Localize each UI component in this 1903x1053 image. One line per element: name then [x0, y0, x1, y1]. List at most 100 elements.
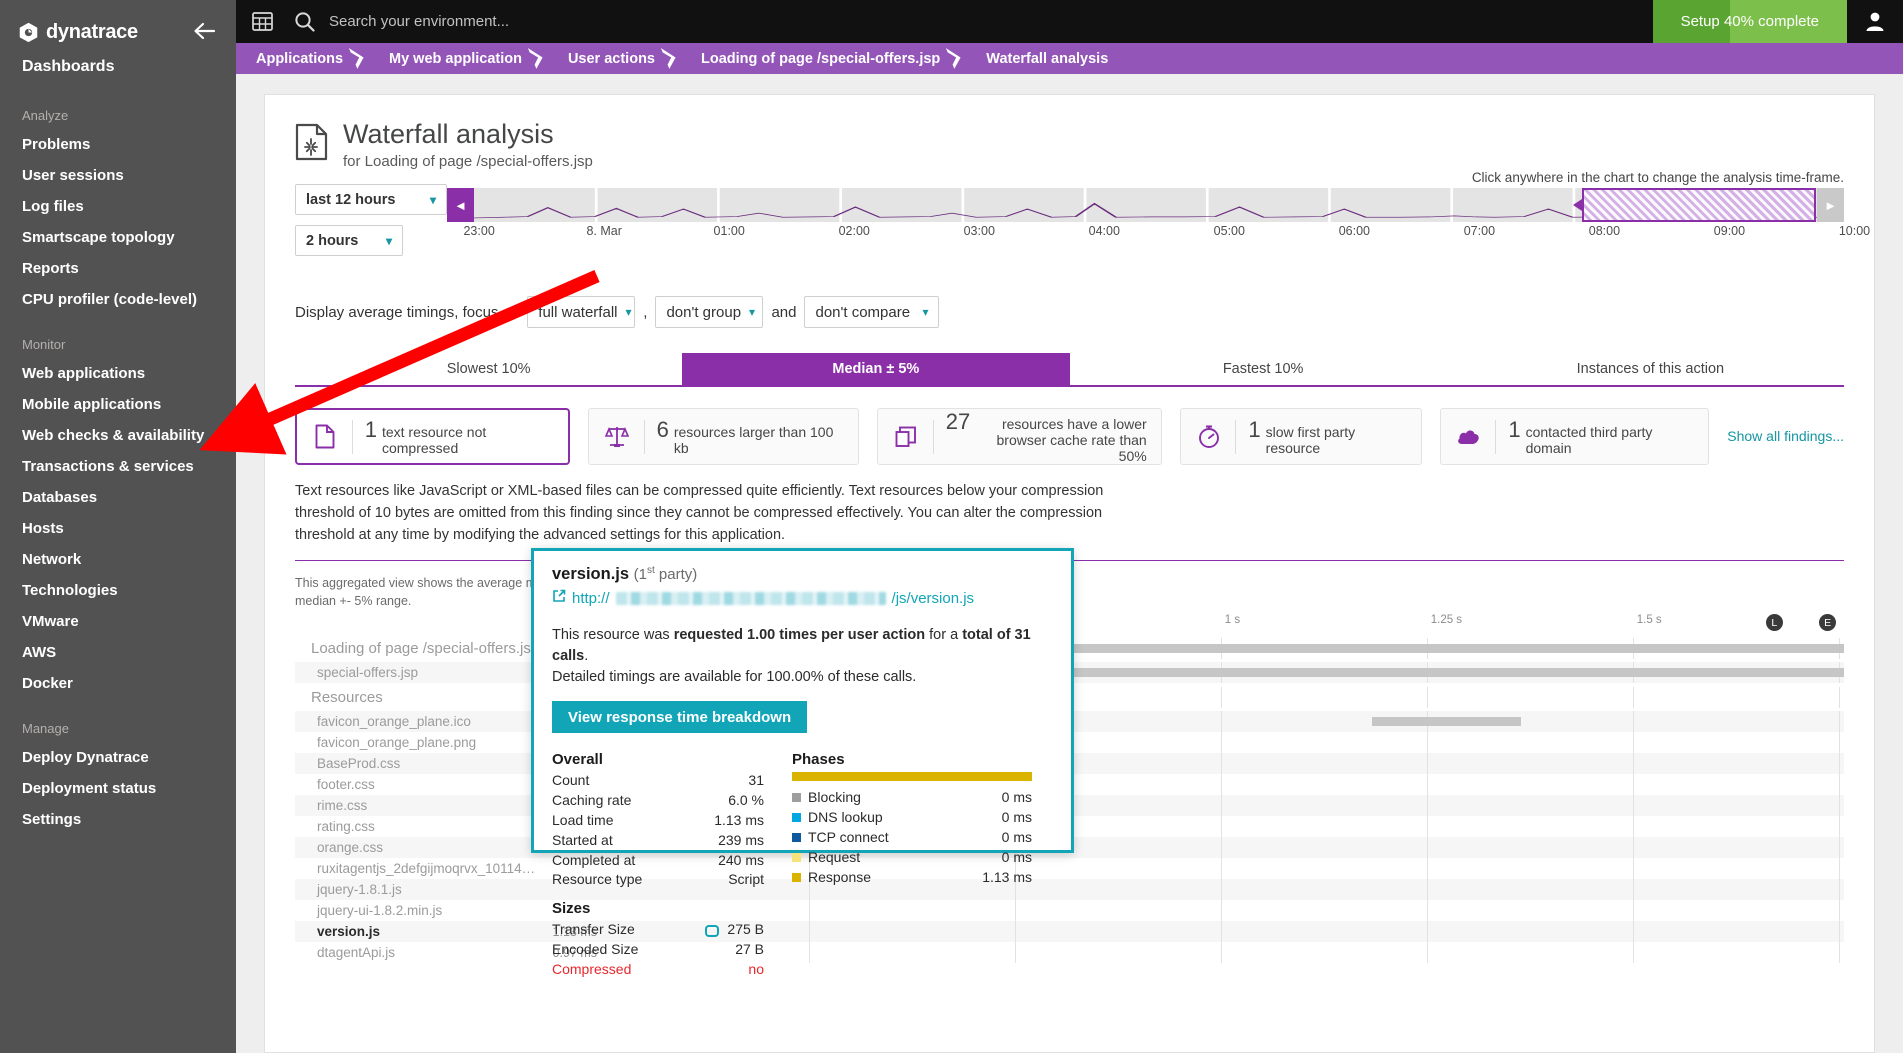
sidebar-item-hosts[interactable]: Hosts	[0, 513, 236, 544]
tooltip-overall-heading: Overall	[552, 751, 603, 769]
timeframe-row: last 12 hours ▾ 2 hours ▾ Click anywhere…	[295, 170, 1870, 257]
waterfall-row[interactable]: version.js 1.13 ms	[295, 921, 1844, 943]
breadcrumb-loading-of-page[interactable]: Loading of page /special-offers.jsp	[679, 43, 950, 74]
compare-select[interactable]: don't compare ▾	[804, 296, 940, 329]
view-response-time-breakdown-button[interactable]: View response time breakdown	[552, 701, 808, 734]
waterfall-row-name: ruxitagentjs_2defgijmoqrvx_10114101000	[317, 861, 541, 877]
waterfall-row[interactable]: ruxitagentjs_2defgijmoqrvx_10114101000	[295, 858, 1844, 880]
tab-fastest-10[interactable]: Fastest 10%	[1070, 353, 1457, 385]
sidebar-item-network[interactable]: Network	[0, 544, 236, 575]
waterfall-gridline	[1221, 900, 1223, 922]
finding-card-low-cache-rate[interactable]: 27 resources have a lower browser cache …	[877, 408, 1162, 466]
tooltip-sizes-row: Transfer Size 275 B	[552, 920, 764, 940]
finding-card-slow-first-party[interactable]: 1 slow first party resource	[1179, 408, 1422, 466]
finding-card-large-resources[interactable]: 6 resources larger than 100 kb	[587, 408, 860, 466]
phase-value: 0 ms	[1001, 848, 1032, 865]
setup-progress-button[interactable]: Setup 40% complete	[1652, 0, 1847, 43]
waterfall-bar[interactable]	[1372, 717, 1522, 727]
breadcrumb-applications[interactable]: Applications	[236, 43, 353, 74]
timeframe-tick-0: 23:00	[463, 224, 495, 239]
sidebar-item-dashboards[interactable]: Dashboards	[0, 48, 236, 86]
waterfall-gridline	[1427, 858, 1429, 880]
tab-median-5[interactable]: Median ± 5%	[682, 353, 1070, 386]
sidebar-item-web-checks[interactable]: Web checks & availability	[0, 420, 236, 451]
waterfall-gridline	[1427, 686, 1429, 708]
waterfall-gridline	[1427, 879, 1429, 901]
sidebar-item-log-files[interactable]: Log files	[0, 191, 236, 222]
search-input[interactable]	[329, 13, 829, 30]
sidebar-item-settings[interactable]: Settings	[0, 804, 236, 835]
sidebar-item-deployment-status[interactable]: Deployment status	[0, 773, 236, 804]
waterfall-page-icon	[295, 123, 329, 161]
sidebar-item-vmware[interactable]: VMware	[0, 606, 236, 637]
phase-name: DNS lookup	[808, 808, 883, 825]
waterfall-gridline	[1839, 921, 1841, 943]
tooltip-phase-row: Request 0 ms	[792, 848, 1032, 868]
waterfall-gridline	[1427, 774, 1429, 796]
sidebar-item-deploy-dynatrace[interactable]: Deploy Dynatrace	[0, 742, 236, 773]
show-all-findings-link[interactable]: Show all findings...	[1727, 427, 1844, 445]
chart-hint-text: Click anywhere in the chart to change th…	[1471, 170, 1844, 186]
waterfall-row-name: footer.css	[317, 777, 375, 793]
waterfall-end-marker: E	[1819, 614, 1837, 632]
breadcrumb-separator-icon	[665, 43, 679, 74]
waterfall-gridline	[1221, 858, 1223, 880]
waterfall-row-name: favicon_orange_plane.png	[317, 735, 477, 751]
phase-color-swatch	[792, 833, 801, 843]
granularity-select[interactable]: 2 hours ▾	[295, 225, 403, 257]
sidebar-item-mobile-applications[interactable]: Mobile applications	[0, 389, 236, 420]
search-icon[interactable]	[294, 11, 315, 32]
sidebar-item-web-applications[interactable]: Web applications	[0, 358, 236, 389]
phase-color-swatch	[792, 793, 801, 803]
sidebar-item-databases[interactable]: Databases	[0, 482, 236, 513]
dashboard-grid-icon[interactable]	[236, 0, 288, 43]
dynatrace-logo[interactable]: dynatrace	[18, 21, 138, 44]
user-avatar-icon[interactable]	[1847, 0, 1903, 43]
selection-handle-icon[interactable]	[1572, 199, 1582, 212]
tooltip-phase-row: TCP connect 0 ms	[792, 828, 1032, 848]
sidebar-item-reports[interactable]: Reports	[0, 253, 236, 284]
sidebar-item-technologies[interactable]: Technologies	[0, 575, 236, 606]
finding-card-third-party-domain[interactable]: 1 contacted third party domain	[1439, 408, 1710, 466]
timeframe-sparkline[interactable]	[474, 188, 1817, 223]
waterfall-row[interactable]: jquery-ui-1.8.2.min.js	[295, 900, 1844, 922]
tooltip-sizes-value: no	[748, 961, 764, 978]
tooltip-phases-heading: Phases	[792, 751, 845, 769]
sidebar-item-cpu-profiler[interactable]: CPU profiler (code-level)	[0, 284, 236, 315]
breadcrumb-my-web-application[interactable]: My web application	[367, 43, 532, 74]
timerange-select[interactable]: last 12 hours ▾	[295, 184, 447, 216]
finding-count: 1	[1248, 416, 1261, 442]
timeframe-selection[interactable]	[1572, 188, 1816, 223]
timeframe-next-button[interactable]: ►	[1817, 188, 1844, 223]
finding-count: 27	[945, 408, 971, 434]
sidebar-group-monitor: Monitor	[22, 337, 66, 352]
sidebar-item-transactions-services[interactable]: Transactions & services	[0, 451, 236, 482]
focus-select[interactable]: full waterfall ▾	[527, 296, 636, 329]
waterfall-gridline	[1221, 732, 1223, 754]
waterfall-row[interactable]: jquery-1.8.1.js	[295, 879, 1844, 901]
page-title: Waterfall analysis	[343, 119, 554, 149]
tab-instances-of-this-action[interactable]: Instances of this action	[1457, 353, 1844, 385]
timeframe-prev-button[interactable]: ◄	[447, 188, 474, 223]
tab-slowest-10[interactable]: Slowest 10%	[295, 353, 682, 385]
timeframe-chart[interactable]: ◄ ►	[447, 188, 1844, 223]
waterfall-row[interactable]: dtagentApi.js 0.97 ms	[295, 942, 1844, 964]
sidebar-item-docker[interactable]: Docker	[0, 668, 236, 699]
waterfall-row-name: Loading of page /special-offers.jsp	[311, 639, 540, 657]
waterfall-gridline	[1427, 732, 1429, 754]
sidebar-item-problems[interactable]: Problems	[0, 129, 236, 160]
tooltip-overall-row: Count 31	[552, 771, 764, 791]
group-select[interactable]: don't group ▾	[655, 296, 764, 329]
tooltip-overall-key: Load time	[552, 811, 614, 828]
tooltip-url-link[interactable]: http:// /js/version.js	[552, 589, 1053, 607]
sidebar-item-aws[interactable]: AWS	[0, 637, 236, 668]
finding-card-text-not-compressed[interactable]: 1 text resource not compressed	[295, 408, 570, 466]
tooltip-overall-row: Resource type Script	[552, 870, 764, 890]
sidebar-item-user-sessions[interactable]: User sessions	[0, 160, 236, 191]
display-prefix-label: Display average timings, focus on	[295, 303, 520, 321]
sidebar-item-smartscape-topology[interactable]: Smartscape topology	[0, 222, 236, 253]
waterfall-gridline	[1839, 816, 1841, 838]
phase-value: 0 ms	[1001, 828, 1032, 845]
sidebar-collapse-icon[interactable]	[192, 22, 220, 44]
breadcrumb-user-actions[interactable]: User actions	[546, 43, 665, 74]
